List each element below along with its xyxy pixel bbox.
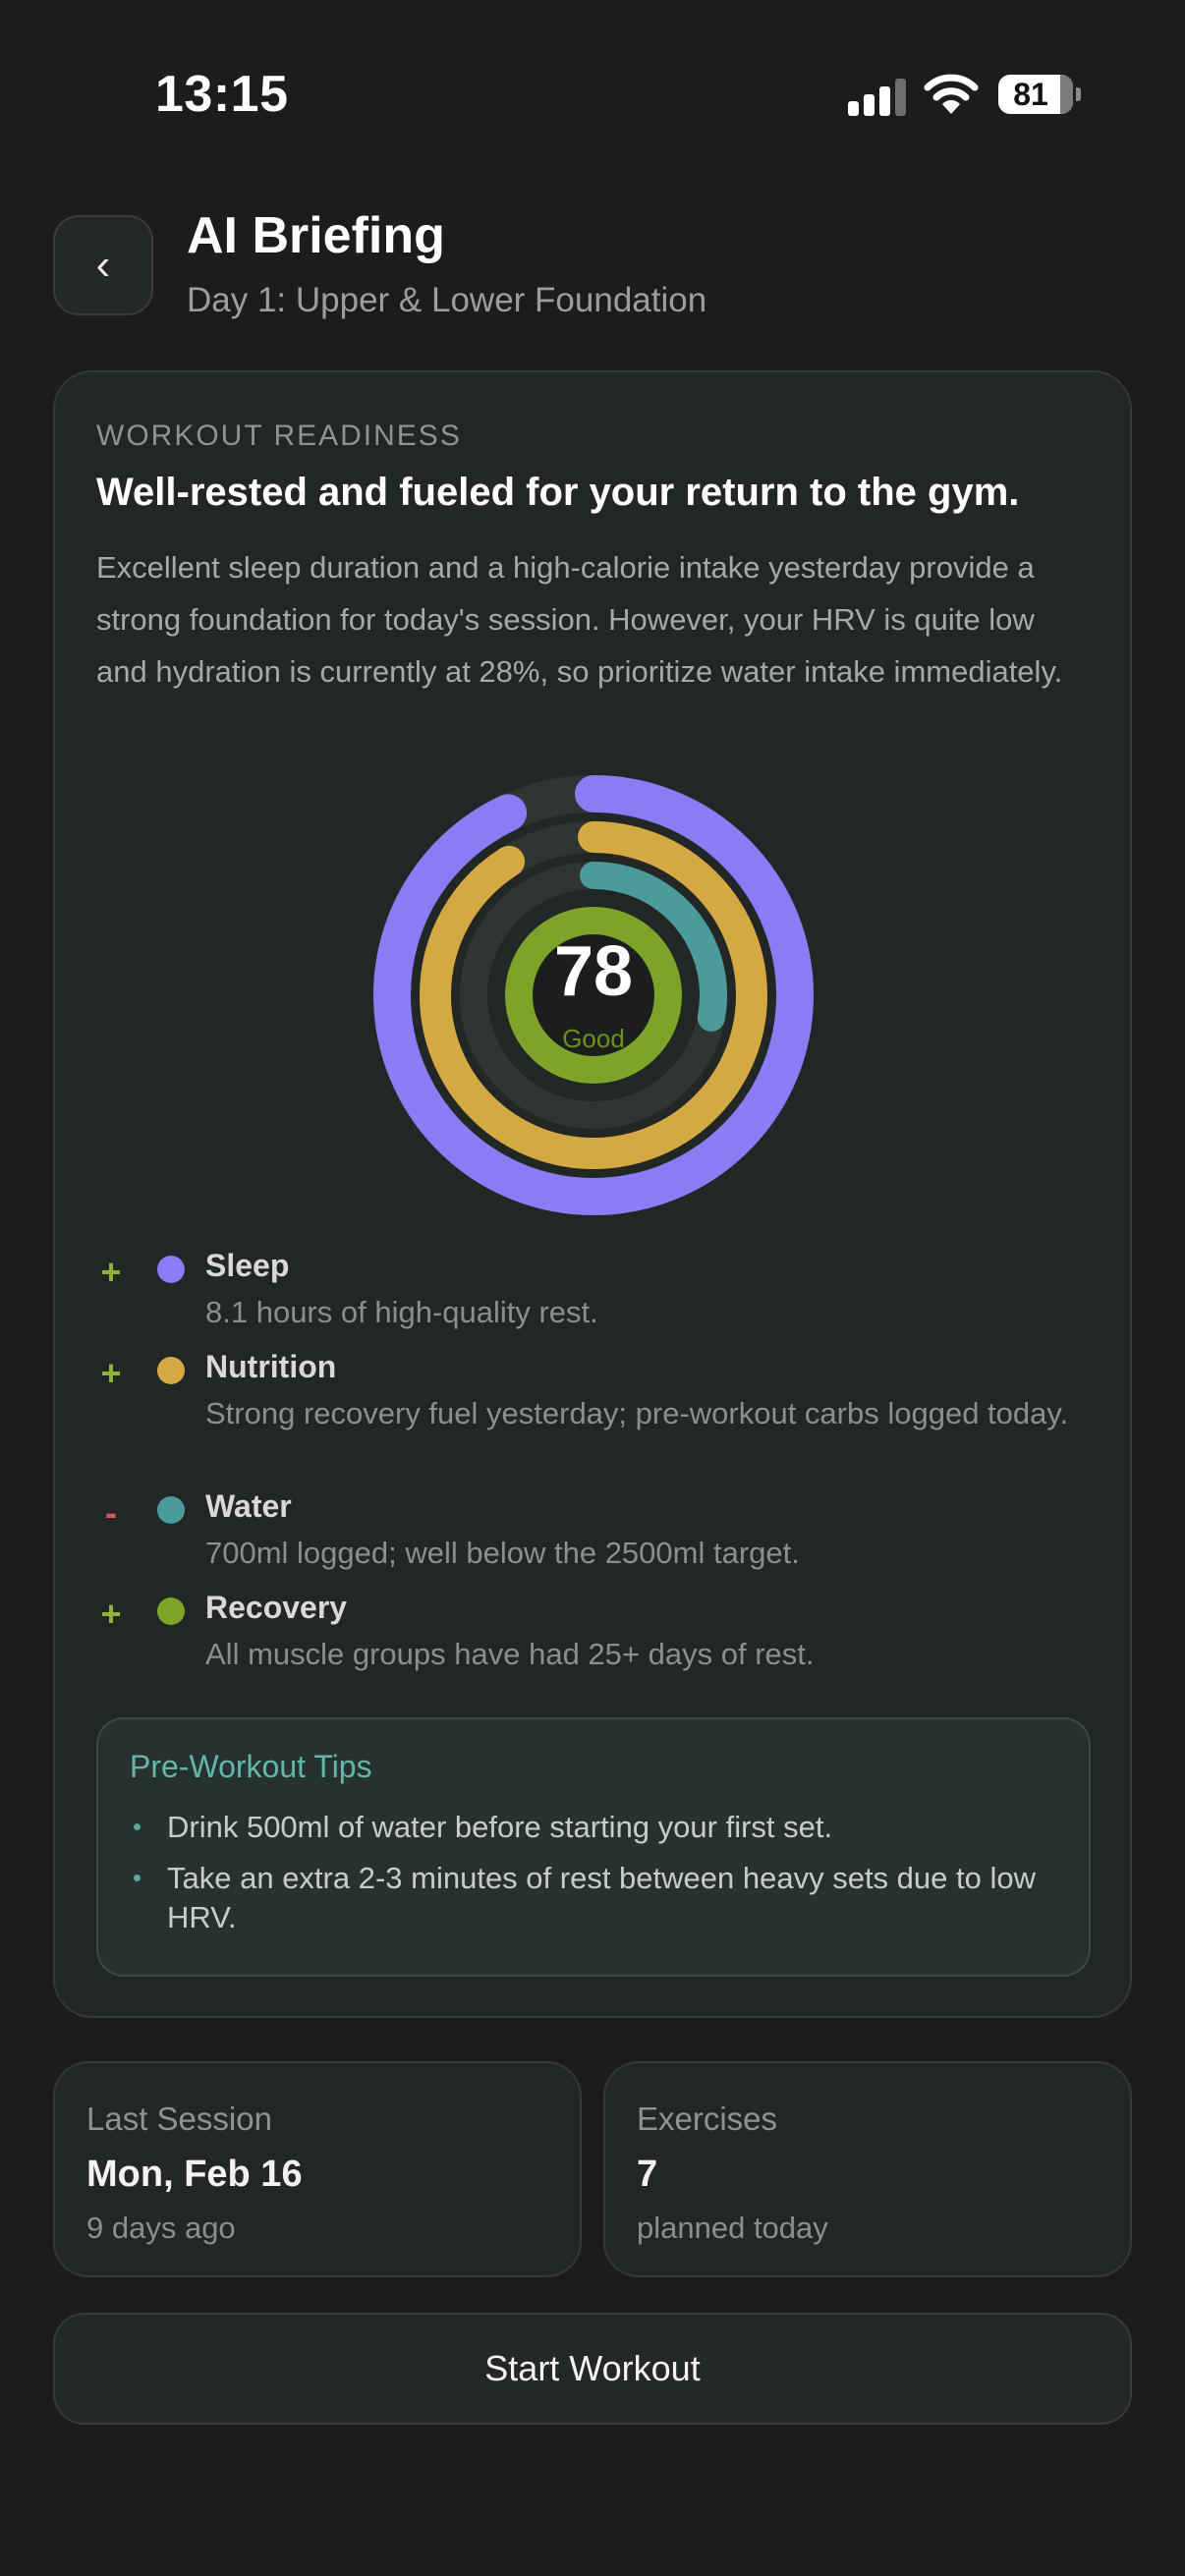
- last-session-card: Last Session Mon, Feb 16 9 days ago: [53, 2061, 582, 2277]
- sleep-color-dot: [157, 1256, 185, 1283]
- status-time: 13:15: [155, 66, 289, 123]
- bullet-icon: [134, 1823, 141, 1830]
- stat-value: 7: [637, 2154, 658, 2195]
- cellular-signal-icon: [848, 77, 907, 116]
- bullet-icon: [134, 1875, 141, 1881]
- nutrition-color-dot: [157, 1357, 185, 1384]
- battery-icon: 81: [998, 75, 1081, 116]
- factor-detail: 8.1 hours of high-quality rest.: [205, 1295, 598, 1329]
- negative-sign-icon: -: [105, 1492, 117, 1533]
- stat-subtext: planned today: [637, 2211, 828, 2245]
- battery-percent: 81: [1013, 77, 1048, 112]
- page-subtitle: Day 1: Upper & Lower Foundation: [187, 281, 707, 319]
- readiness-card: WORKOUT READINESS Well-rested and fueled…: [53, 370, 1132, 2018]
- recovery-color-dot: [157, 1597, 185, 1625]
- tip-text: Drink 500ml of water before starting you…: [167, 1810, 833, 1844]
- factor-detail: 700ml logged; well below the 2500ml targ…: [205, 1536, 800, 1570]
- tips-title: Pre-Workout Tips: [130, 1749, 372, 1784]
- wifi-icon: [924, 74, 979, 114]
- stat-label: Exercises: [637, 2100, 778, 2137]
- tip-text: Take an extra 2-3 minutes of rest betwee…: [167, 1861, 1036, 1934]
- factor-name: Nutrition: [205, 1349, 337, 1384]
- positive-sign-icon: +: [100, 1594, 122, 1634]
- chevron-left-icon: ‹: [95, 241, 111, 289]
- factor-detail: All muscle groups have had 25+ days of r…: [205, 1637, 815, 1671]
- stat-subtext: 9 days ago: [86, 2211, 236, 2245]
- pre-workout-tips: Pre-Workout Tips Drink 500ml of water be…: [96, 1717, 1091, 1977]
- water-color-dot: [157, 1496, 185, 1524]
- stat-value: Mon, Feb 16: [86, 2154, 303, 2195]
- positive-sign-icon: +: [100, 1252, 122, 1292]
- readiness-headline: Well-rested and fueled for your return t…: [96, 471, 1020, 514]
- positive-sign-icon: +: [100, 1353, 122, 1393]
- factor-name: Sleep: [205, 1248, 290, 1283]
- page-title: AI Briefing: [187, 207, 445, 264]
- back-button[interactable]: ‹: [53, 215, 153, 315]
- exercises-card: Exercises 7 planned today: [603, 2061, 1132, 2277]
- readiness-score: 78: [553, 932, 634, 1011]
- start-workout-button[interactable]: Start Workout: [53, 2313, 1132, 2425]
- readiness-eyebrow: WORKOUT READINESS: [96, 420, 462, 452]
- readiness-score-label: Good: [562, 1024, 625, 1053]
- stat-label: Last Session: [86, 2100, 272, 2137]
- readiness-description: Excellent sleep duration and a high-calo…: [96, 550, 1063, 689]
- factor-name: Recovery: [205, 1590, 348, 1625]
- factor-detail: Strong recovery fuel yesterday; pre-work…: [205, 1396, 1069, 1430]
- factor-name: Water: [205, 1488, 292, 1524]
- status-bar: 13:15 81: [0, 0, 1185, 187]
